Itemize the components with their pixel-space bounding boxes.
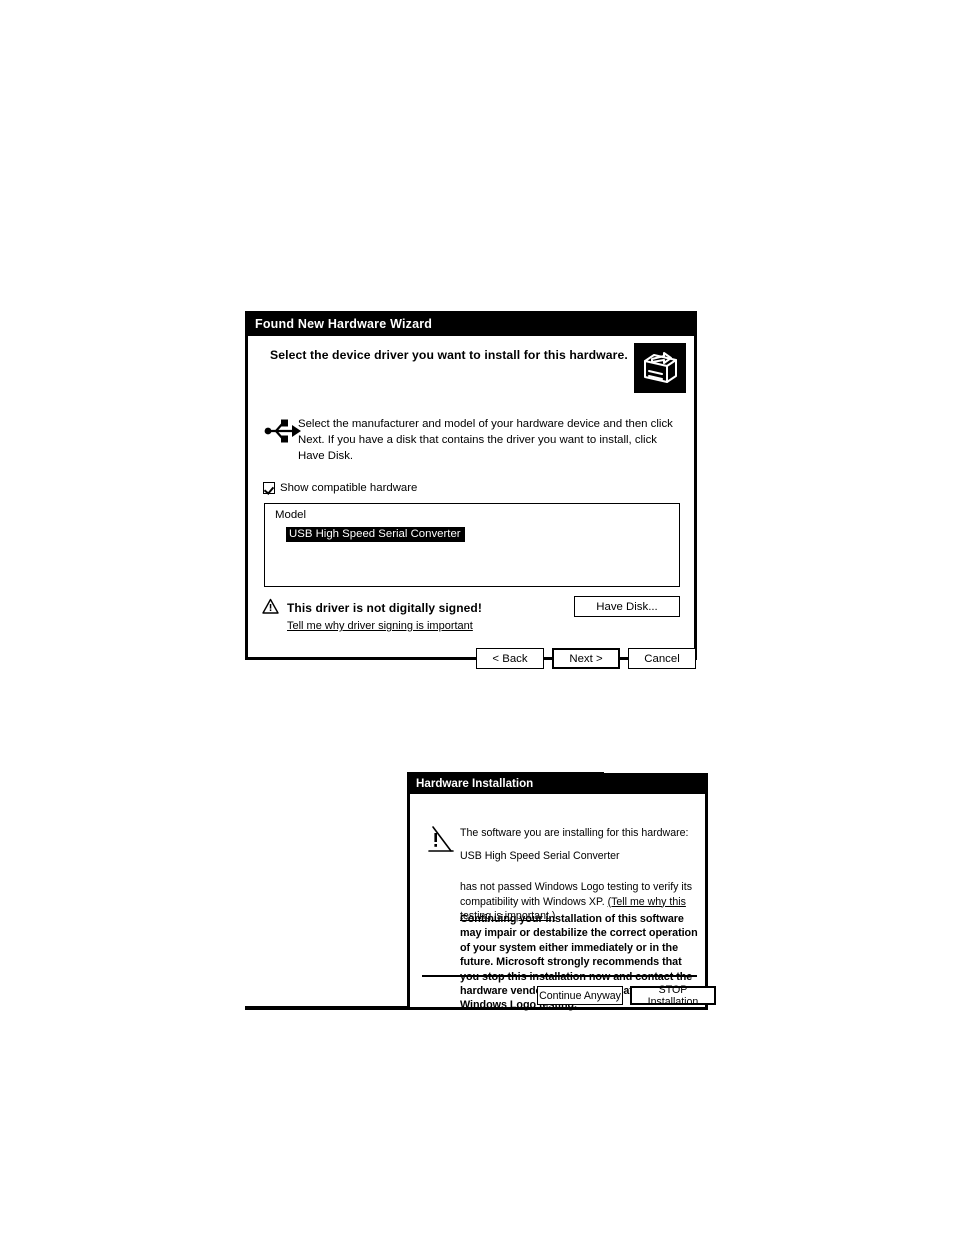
wizard-instructions: Select the manufacturer and model of you… [298, 418, 673, 462]
hardware-card-icon [634, 343, 686, 393]
next-button[interactable]: Next > [552, 648, 620, 669]
titlebar-notch [604, 768, 711, 773]
usb-trident-icon [262, 416, 302, 446]
back-button[interactable]: < Back [476, 648, 544, 669]
checkbox-checked-icon[interactable] [263, 482, 275, 494]
hardware-installation-actions: Continue Anyway STOP Installation [537, 984, 716, 1008]
hardware-installation-body: The software you are installing for this… [410, 794, 716, 1011]
warning-triangle-icon [262, 598, 279, 620]
driver-signing-warning: This driver is not digitally signed! Tel… [262, 598, 482, 632]
page-divider-rule [245, 1006, 413, 1010]
have-disk-button[interactable]: Have Disk... [574, 596, 680, 617]
hardware-installation-titlebar: Hardware Installation [407, 772, 708, 794]
continue-anyway-button[interactable]: Continue Anyway [537, 986, 623, 1005]
driver-signing-info-link[interactable]: Tell me why driver signing is important [287, 620, 482, 632]
wizard-heading: Select the device driver you want to ins… [270, 348, 628, 362]
hardware-installation-dialog: Hardware Installation The software you a… [407, 768, 716, 1011]
hardware-installation-intro: The software you are installing for this… [460, 827, 689, 839]
wizard-navigation-buttons: < Back Next > Cancel [476, 648, 696, 669]
hardware-installation-separator [422, 975, 697, 977]
wizard-titlebar: Found New Hardware Wizard [245, 311, 697, 336]
model-column-header: Model [275, 509, 307, 521]
warning-exclamation-icon [426, 824, 456, 856]
show-compatible-hardware-label: Show compatible hardware [280, 482, 418, 494]
wizard-body: Select the device driver you want to ins… [248, 336, 696, 669]
show-compatible-hardware-checkbox[interactable]: Show compatible hardware [263, 482, 417, 494]
cancel-button[interactable]: Cancel [628, 648, 696, 669]
wizard-title: Found New Hardware Wizard [255, 316, 433, 331]
found-new-hardware-wizard-dialog: Found New Hardware Wizard Select the dev… [245, 311, 697, 669]
stop-installation-button[interactable]: STOP Installation [630, 984, 716, 1008]
list-item[interactable]: USB High Speed Serial Converter [286, 527, 465, 542]
driver-signing-warning-title: This driver is not digitally signed! [287, 601, 482, 615]
hardware-installation-device-name: USB High Speed Serial Converter [460, 850, 620, 862]
hardware-installation-title: Hardware Installation [416, 776, 534, 790]
model-listbox[interactable]: Model USB High Speed Serial Converter [264, 503, 680, 587]
